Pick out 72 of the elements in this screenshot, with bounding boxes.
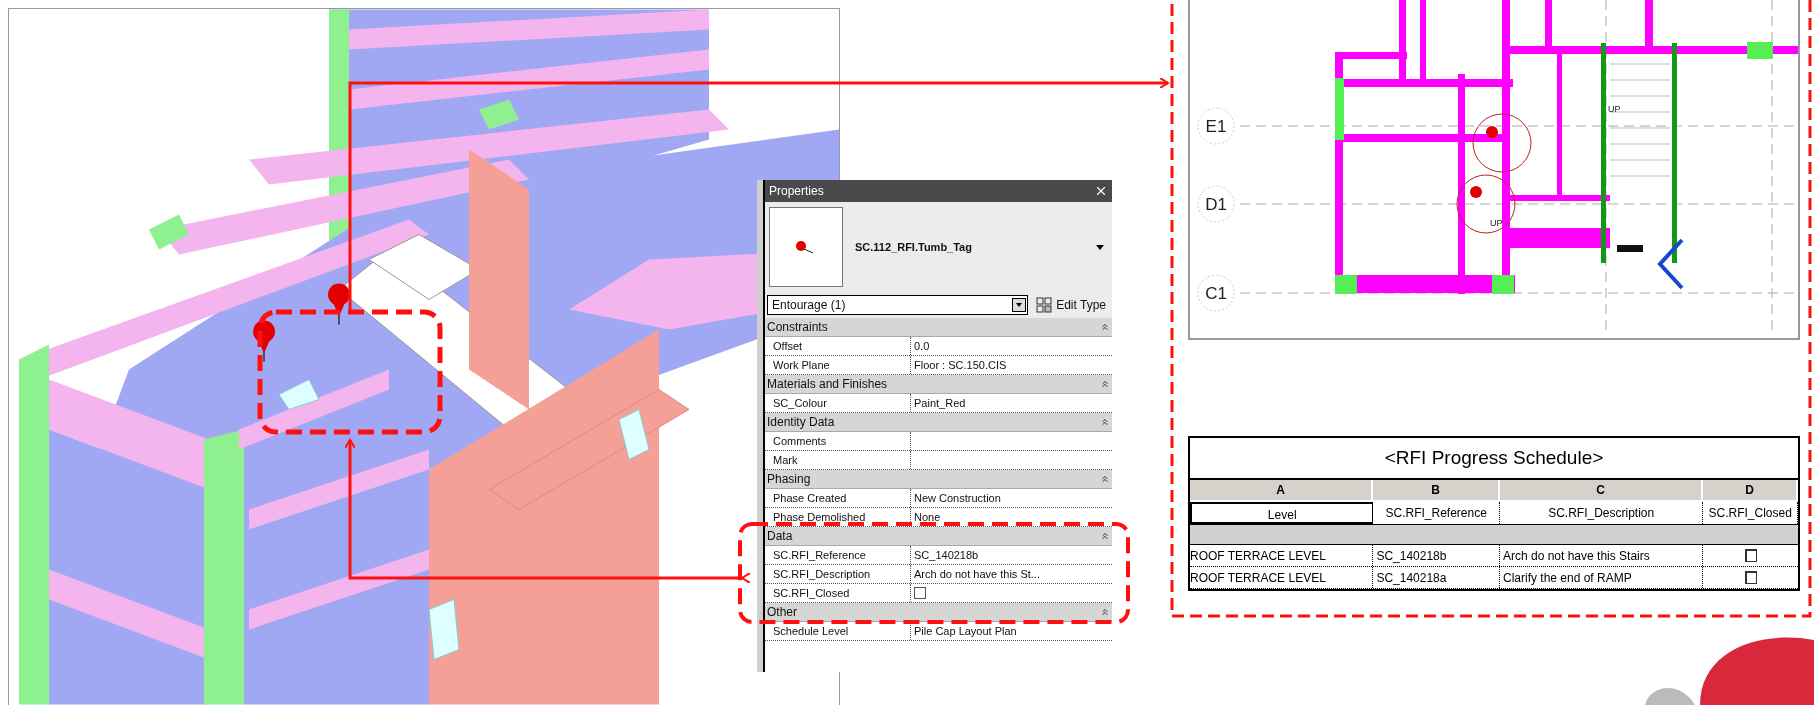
- collapse-icon: [1100, 474, 1110, 484]
- caret-icon[interactable]: [1012, 298, 1027, 312]
- property-value[interactable]: Pile Cap Layout Plan: [911, 622, 1017, 640]
- property-label: SC.RFI_Closed: [765, 584, 911, 602]
- property-value[interactable]: Arch do not have this St...: [911, 565, 1040, 583]
- column-letter[interactable]: C: [1499, 480, 1704, 502]
- column-letter[interactable]: D: [1703, 480, 1798, 502]
- stair-label: UP: [1608, 104, 1621, 114]
- section-header[interactable]: Identity Data: [765, 413, 1112, 432]
- property-label: Comments: [765, 432, 911, 450]
- property-label: Phase Created: [765, 489, 911, 507]
- grid-bubble: [1197, 107, 1235, 145]
- instance-selector[interactable]: Entourage (1): [767, 295, 1029, 315]
- property-label: SC.RFI_Reference: [765, 546, 911, 564]
- section-header[interactable]: Other: [765, 603, 1112, 622]
- property-label: Phase Demolished: [765, 508, 911, 526]
- logo-shape: [1645, 688, 1695, 705]
- grid-label: D1: [1205, 195, 1227, 214]
- checkbox[interactable]: [914, 587, 926, 599]
- property-label: Mark: [765, 451, 911, 469]
- column-header[interactable]: SC.RFI_Description: [1500, 502, 1704, 524]
- stair-label: UP: [1490, 218, 1503, 228]
- grid-icon: [1036, 297, 1053, 313]
- checkbox[interactable]: [1744, 571, 1757, 584]
- grid-bubble: [1197, 185, 1235, 223]
- schedule-title: <RFI Progress Schedule>: [1384, 445, 1604, 470]
- property-value[interactable]: Paint_Red: [911, 394, 966, 412]
- section-header[interactable]: Constraints: [765, 318, 1112, 337]
- property-value[interactable]: 0.0: [911, 337, 930, 355]
- grid-bubble: [1197, 274, 1235, 312]
- panel-title: Properties: [769, 183, 824, 200]
- column-letter[interactable]: B: [1373, 480, 1500, 502]
- property-value[interactable]: None: [911, 508, 941, 526]
- close-icon[interactable]: [1094, 184, 1108, 198]
- section-header[interactable]: Data: [765, 527, 1112, 546]
- grid-label: E1: [1205, 117, 1227, 136]
- type-name: SC.112_RFI.Tumb_Tag: [855, 239, 973, 255]
- collapse-icon: [1100, 607, 1110, 617]
- collapse-icon: [1100, 322, 1110, 332]
- property-label: SC.RFI_Description: [765, 565, 911, 583]
- property-value[interactable]: New Construction: [911, 489, 1001, 507]
- map-pin-icon: [328, 283, 350, 326]
- property-label: Offset: [765, 337, 911, 355]
- table-cell: SC_140218a: [1373, 567, 1500, 588]
- property-value[interactable]: Floor : SC.150.CIS: [911, 356, 1007, 374]
- property-value[interactable]: SC_140218b: [911, 546, 979, 564]
- section-header[interactable]: Phasing: [765, 470, 1112, 489]
- column-header[interactable]: SC.RFI_Reference: [1373, 502, 1500, 524]
- collapse-icon: [1100, 379, 1110, 389]
- column-header[interactable]: Level: [1190, 502, 1374, 524]
- table-cell: ROOF TERRACE LEVEL: [1190, 567, 1374, 588]
- table-cell: ROOF TERRACE LEVEL: [1190, 545, 1374, 566]
- table-cell: SC_140218b: [1373, 545, 1500, 566]
- collapse-icon: [1100, 531, 1110, 541]
- table-cell: Arch do not have this Stairs: [1500, 545, 1704, 566]
- section-mark-icon: [1657, 238, 1684, 290]
- map-pin-icon: [253, 320, 275, 363]
- column: [149, 214, 189, 250]
- rfi-tag-icon: [1456, 174, 1516, 234]
- column-letter[interactable]: A: [1190, 480, 1374, 502]
- checkbox[interactable]: [1744, 549, 1757, 562]
- grid-label: C1: [1205, 284, 1227, 303]
- section-header[interactable]: Materials and Finishes: [765, 375, 1112, 394]
- property-label: Schedule Level: [765, 622, 911, 640]
- property-label: Work Plane: [765, 356, 911, 374]
- rfi-tag-icon: [1472, 113, 1532, 173]
- caret-icon[interactable]: [1096, 244, 1104, 250]
- stair-flight: [618, 409, 650, 460]
- property-label: SC_Colour: [765, 394, 911, 412]
- column-header[interactable]: SC.RFI_Closed: [1703, 502, 1798, 524]
- collapse-icon: [1100, 417, 1110, 427]
- table-cell: Clarify the end of RAMP: [1500, 567, 1704, 588]
